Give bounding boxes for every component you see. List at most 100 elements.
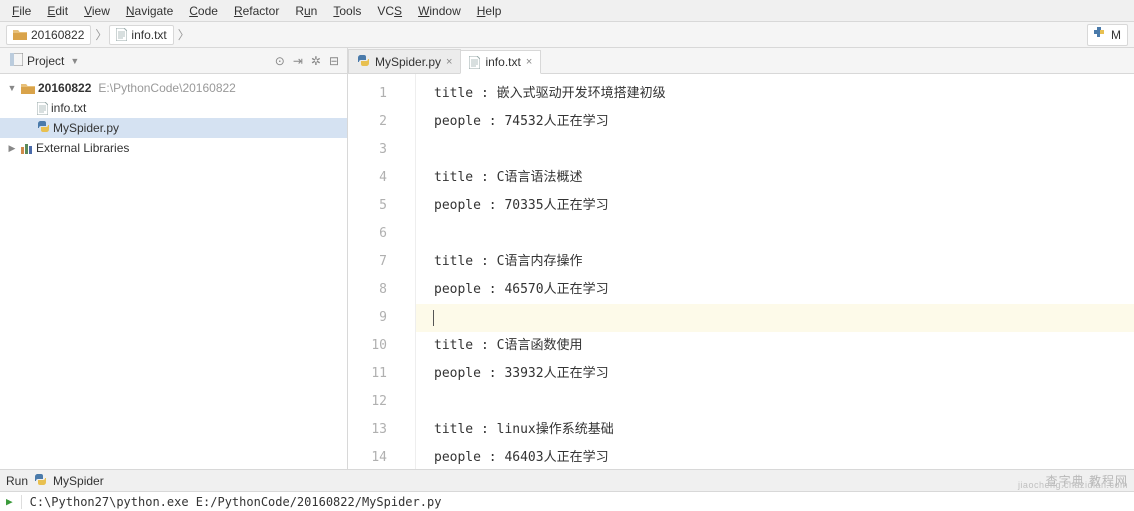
breadcrumb-file[interactable]: info.txt xyxy=(109,25,173,45)
line-number: 8 xyxy=(348,276,415,304)
folder-icon xyxy=(21,83,35,94)
project-sidebar: Project ▼ ⊙ ⇥ ✲ ⊟ ▼ 20160822 E:\PythonCo… xyxy=(0,48,348,469)
sidebar-tools: ⊙ ⇥ ✲ ⊟ xyxy=(275,54,343,68)
tree-file-label: info.txt xyxy=(51,101,86,115)
tree-file-myspider[interactable]: MySpider.py xyxy=(0,118,347,138)
main-area: Project ▼ ⊙ ⇥ ✲ ⊟ ▼ 20160822 E:\PythonCo… xyxy=(0,48,1134,469)
menu-tools[interactable]: Tools xyxy=(325,2,369,20)
library-icon xyxy=(21,142,33,154)
line-number: 12 xyxy=(348,388,415,416)
sidebar-header: Project ▼ ⊙ ⇥ ✲ ⊟ xyxy=(0,48,347,74)
tree-project-name: 20160822 xyxy=(38,81,91,95)
close-icon[interactable]: × xyxy=(526,56,532,68)
nav-right-button[interactable]: M xyxy=(1087,24,1128,46)
menu-bar: File Edit View Navigate Code Refactor Ru… xyxy=(0,0,1134,22)
tree-external-label: External Libraries xyxy=(36,141,129,155)
status-bar: Run MySpider 查字典 教程网 jiaocheng.chazidian… xyxy=(0,469,1134,491)
tree-project-path: E:\PythonCode\20160822 xyxy=(98,81,235,95)
editor-tabs: MySpider.py × info.txt × xyxy=(348,48,1134,74)
line-number: 10 xyxy=(348,332,415,360)
line-number: 2 xyxy=(348,108,415,136)
code-line: people : 33932人正在学习 xyxy=(416,360,1134,388)
line-number: 7 xyxy=(348,248,415,276)
line-number: 6 xyxy=(348,220,415,248)
menu-view[interactable]: View xyxy=(76,2,118,20)
line-number: 11 xyxy=(348,360,415,388)
code-line: title : 嵌入式驱动开发环境搭建初级 xyxy=(416,80,1134,108)
tab-label: MySpider.py xyxy=(375,55,441,69)
python-file-icon xyxy=(37,120,50,136)
run-config-label[interactable]: MySpider xyxy=(53,474,104,488)
code-line: title : C语言函数使用 xyxy=(416,332,1134,360)
menu-help[interactable]: Help xyxy=(469,2,510,20)
line-gutter: 1 2 3 4 5 6 7 8 9 10 11 12 13 14 xyxy=(348,74,416,469)
tree-file-label: MySpider.py xyxy=(53,121,119,135)
line-number: 5 xyxy=(348,192,415,220)
chevron-down-icon[interactable]: ▼ xyxy=(70,56,79,66)
menu-vcs[interactable]: VCS xyxy=(369,2,410,20)
console-command: C:\Python27\python.exe E:/PythonCode/201… xyxy=(30,495,442,509)
code-line: title : C语言语法概述 xyxy=(416,164,1134,192)
menu-window[interactable]: Window xyxy=(410,2,469,20)
hide-icon[interactable]: ⊟ xyxy=(329,54,339,68)
code-line: people : 46403人正在学习 xyxy=(416,444,1134,469)
breadcrumb-root[interactable]: 20160822 xyxy=(6,25,91,45)
file-icon xyxy=(37,102,48,115)
sidebar-title[interactable]: Project ▼ xyxy=(4,51,85,71)
code-line xyxy=(416,220,1134,248)
menu-navigate[interactable]: Navigate xyxy=(118,2,181,20)
close-icon[interactable]: × xyxy=(446,56,452,68)
sidebar-title-label: Project xyxy=(27,54,64,68)
code-line: title : C语言内存操作 xyxy=(416,248,1134,276)
code-line: people : 74532人正在学习 xyxy=(416,108,1134,136)
tab-myspider[interactable]: MySpider.py × xyxy=(348,49,461,73)
tab-label: info.txt xyxy=(485,55,520,69)
separator xyxy=(21,495,22,509)
breadcrumb-separator-end: 〉 xyxy=(178,26,190,43)
tab-info[interactable]: info.txt × xyxy=(460,50,541,74)
watermark-sub: jiaocheng.chazidian.com xyxy=(1018,480,1128,490)
tree-external-libraries[interactable]: ▶ External Libraries xyxy=(0,138,347,158)
menu-file[interactable]: File xyxy=(4,2,39,20)
chevron-right-icon[interactable]: ▶ xyxy=(6,143,18,154)
project-tree: ▼ 20160822 E:\PythonCode\20160822 info.t… xyxy=(0,74,347,469)
tree-project-root[interactable]: ▼ 20160822 E:\PythonCode\20160822 xyxy=(0,78,347,98)
python-icon xyxy=(34,473,47,489)
breadcrumb-root-label: 20160822 xyxy=(31,28,84,42)
code-viewport[interactable]: 1 2 3 4 5 6 7 8 9 10 11 12 13 14 title :… xyxy=(348,74,1134,469)
code-lines[interactable]: title : 嵌入式驱动开发环境搭建初级 people : 74532人正在学… xyxy=(416,74,1134,469)
breadcrumb-separator: 〉 xyxy=(95,26,107,43)
code-line: title : linux操作系统基础 xyxy=(416,416,1134,444)
collapse-icon[interactable]: ⇥ xyxy=(293,54,303,68)
project-panel-icon xyxy=(10,53,23,69)
code-line xyxy=(416,388,1134,416)
settings-icon[interactable]: ✲ xyxy=(311,54,321,68)
target-icon[interactable]: ⊙ xyxy=(275,54,285,68)
code-line-active xyxy=(416,304,1134,332)
run-label[interactable]: Run xyxy=(6,474,28,488)
folder-icon xyxy=(13,29,27,40)
run-icon[interactable]: ▶ xyxy=(6,495,13,508)
python-file-icon xyxy=(357,54,370,70)
code-line: people : 46570人正在学习 xyxy=(416,276,1134,304)
code-line xyxy=(416,136,1134,164)
line-number: 13 xyxy=(348,416,415,444)
tree-file-info[interactable]: info.txt xyxy=(0,98,347,118)
nav-right-label: M xyxy=(1111,28,1121,42)
menu-run[interactable]: Run xyxy=(287,2,325,20)
line-number: 3 xyxy=(348,136,415,164)
code-line: people : 70335人正在学习 xyxy=(416,192,1134,220)
editor-area: MySpider.py × info.txt × 1 2 3 4 5 6 7 8 xyxy=(348,48,1134,469)
line-number: 14 xyxy=(348,444,415,469)
file-icon xyxy=(116,28,127,41)
line-number: 4 xyxy=(348,164,415,192)
console-bar: ▶ C:\Python27\python.exe E:/PythonCode/2… xyxy=(0,491,1134,511)
chevron-down-icon[interactable]: ▼ xyxy=(6,83,18,93)
file-icon xyxy=(469,56,480,69)
breadcrumb-file-label: info.txt xyxy=(131,28,166,42)
line-number: 9 xyxy=(348,304,415,332)
menu-edit[interactable]: Edit xyxy=(39,2,76,20)
menu-code[interactable]: Code xyxy=(181,2,226,20)
menu-refactor[interactable]: Refactor xyxy=(226,2,287,20)
line-number: 1 xyxy=(348,80,415,108)
